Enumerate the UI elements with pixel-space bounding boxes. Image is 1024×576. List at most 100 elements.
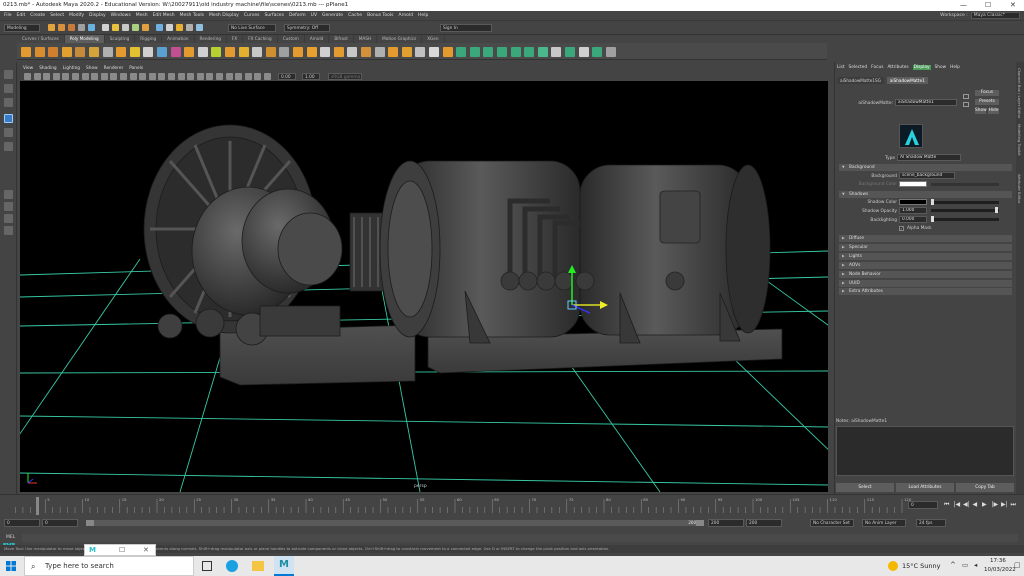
current-time-field[interactable]: 0 (908, 501, 938, 509)
shelf-tool-icon[interactable] (442, 47, 453, 57)
attr-tab[interactable]: aiShadowMatte1SG (837, 77, 884, 84)
shelf-tab[interactable]: Rigging (135, 35, 163, 43)
status-tool-icon[interactable] (102, 24, 109, 31)
shelf-tool-icon[interactable] (347, 47, 358, 57)
shelf-tool-icon[interactable] (48, 47, 59, 57)
section-collapsed[interactable]: Specular (839, 243, 1012, 251)
shelf-tool-icon[interactable] (605, 47, 616, 57)
panel-tool-icon[interactable] (62, 73, 70, 80)
shelf-tool-icon[interactable] (252, 47, 263, 57)
paint-select-tool-icon[interactable] (4, 98, 13, 107)
section-collapsed[interactable]: Diffuse (839, 235, 1012, 242)
alpha-mask-checkbox[interactable]: ✓ (899, 226, 904, 231)
shelf-tool-icon[interactable] (279, 47, 290, 57)
playback-icon[interactable]: |▶ (992, 501, 999, 508)
shelf-tool-icon[interactable] (429, 47, 439, 57)
notes-textarea[interactable] (836, 426, 1014, 476)
shelf-tab[interactable]: FX (227, 35, 244, 43)
shelf-tool-icon[interactable] (238, 47, 249, 57)
shelf-tool-icon[interactable] (61, 47, 72, 57)
panel-tool-icon[interactable] (244, 73, 252, 80)
thumbnail-maximize-icon[interactable]: ☐ (119, 546, 125, 554)
lasso-tool-icon[interactable] (4, 84, 13, 93)
attr-bottom-button[interactable]: Copy Tab (956, 483, 1014, 492)
backlighting-knob[interactable] (931, 216, 934, 222)
show-button[interactable]: Show (975, 108, 987, 114)
shelf-tab[interactable]: MASH (354, 35, 378, 43)
shelf-tool-icon[interactable] (211, 47, 222, 57)
tray-chevron-icon[interactable]: ^ (950, 561, 956, 569)
shelf-tool-icon[interactable] (374, 47, 385, 57)
panel-tool-icon[interactable] (81, 73, 89, 80)
status-tool-icon[interactable] (186, 24, 193, 31)
side-tab[interactable]: Attribute Editor (1017, 174, 1022, 203)
time-cursor[interactable] (36, 497, 39, 515)
shelf-tool-icon[interactable] (483, 47, 494, 57)
attr-menu-item[interactable]: Focus (871, 65, 883, 70)
side-tab[interactable]: Channel Box / Layer Editor (1017, 68, 1022, 119)
panel-tool-icon[interactable] (216, 73, 223, 80)
attr-menu-item[interactable]: Display (912, 65, 931, 70)
status-tool-icon[interactable] (166, 24, 173, 31)
section-shadows[interactable]: Shadows (839, 191, 1012, 198)
shelf-tool-icon[interactable] (89, 47, 99, 57)
task-view-icon[interactable] (202, 561, 212, 571)
shelf-tab[interactable]: XGen (422, 35, 445, 43)
menu-item[interactable]: Generate (322, 13, 343, 18)
maximize-icon[interactable]: ☐ (985, 1, 991, 9)
panel-menu-item[interactable]: View (23, 66, 33, 73)
panel-tool-icon[interactable] (120, 73, 127, 80)
shelf-tab[interactable]: Motion Graphics (377, 35, 423, 43)
playback-icon[interactable]: ⏮ (944, 501, 949, 509)
shelf-tool-icon[interactable] (388, 47, 399, 57)
notification-icon[interactable]: ▢ (1014, 561, 1021, 569)
status-tool-icon[interactable] (88, 24, 95, 31)
shelf-tab[interactable]: Sculpting (105, 35, 136, 43)
near-clip-field[interactable]: 0.00 (278, 73, 296, 80)
status-tool-icon[interactable] (142, 24, 149, 31)
section-collapsed[interactable]: Lights (839, 252, 1012, 260)
panel-menu-item[interactable]: Lighting (63, 66, 80, 73)
menu-item[interactable]: Mesh Tools (180, 13, 204, 18)
symmetry-dropdown[interactable]: Symmetry: Off (284, 24, 330, 32)
network-icon[interactable]: ▭ (962, 561, 968, 569)
menu-item[interactable]: Mesh Display (209, 13, 239, 18)
status-tool-icon[interactable] (196, 24, 203, 31)
panel-tool-icon[interactable] (206, 73, 214, 80)
panel-menu-item[interactable]: Show (86, 66, 98, 73)
shelf-tool-icon[interactable] (265, 47, 276, 57)
move-tool-icon[interactable] (4, 114, 13, 123)
section-collapsed[interactable]: Extra Attributes (839, 288, 1012, 296)
panel-tool-icon[interactable] (264, 73, 271, 80)
shelf-tool-icon[interactable] (306, 47, 317, 57)
layout-side-icon[interactable] (4, 214, 13, 223)
shelf-tool-icon[interactable] (116, 47, 127, 57)
viewport-persp[interactable]: persp (20, 81, 828, 492)
menu-item[interactable]: Modify (69, 13, 84, 18)
minimize-icon[interactable]: — (960, 1, 967, 9)
shelf-tool-icon[interactable] (102, 47, 113, 57)
shelf-tool-icon[interactable] (129, 47, 140, 57)
node-name-field[interactable]: aiShadowMatte1 (895, 99, 957, 106)
panel-tool-icon[interactable] (43, 73, 51, 80)
side-tab[interactable]: Modelling Toolkit (1017, 124, 1022, 156)
background-color-swatch[interactable] (899, 181, 927, 187)
range-end-field-a[interactable]: 200 (708, 519, 744, 527)
panel-menu-item[interactable]: Panels (129, 66, 143, 73)
attr-menu-item[interactable]: Selected (849, 65, 868, 70)
range-slider-end-handle[interactable] (696, 520, 704, 526)
panel-tool-icon[interactable] (139, 73, 147, 80)
attr-bottom-button[interactable]: Select (836, 483, 894, 492)
signin-dropdown[interactable]: Sign In (440, 24, 492, 32)
section-background[interactable]: Background (839, 164, 1012, 171)
playback-icon[interactable]: ◀ (973, 501, 978, 508)
section-collapsed[interactable]: AOVs (839, 261, 1012, 269)
menu-item[interactable]: UV (311, 13, 317, 18)
shelf-tool-icon[interactable] (510, 47, 521, 57)
panel-tool-icon[interactable] (254, 73, 262, 80)
menu-item[interactable]: Arnold (398, 13, 413, 18)
shelf-tab[interactable]: Custom (278, 35, 305, 43)
shadow-opacity-knob[interactable] (995, 207, 998, 213)
shelf-tab[interactable]: Poly Modeling (64, 35, 105, 43)
menu-set-dropdown[interactable]: Modeling (4, 24, 40, 32)
